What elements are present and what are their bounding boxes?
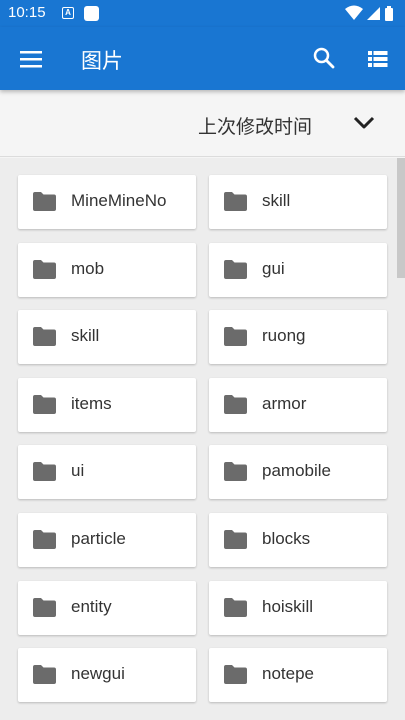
folder-name: skill	[71, 326, 100, 346]
folder-card[interactable]: hoiskill	[209, 580, 387, 635]
folder-icon	[33, 259, 56, 279]
folder-card[interactable]: blocks	[209, 513, 387, 567]
list-view-icon[interactable]	[366, 47, 390, 71]
folder-name: pamobile	[262, 461, 331, 481]
scrollbar[interactable]	[397, 158, 405, 278]
folder-name: mob	[71, 258, 105, 278]
folder-name: MineMineNo	[71, 191, 167, 210]
sort-label[interactable]: 上次修改时间	[198, 112, 312, 139]
folder-icon	[33, 192, 56, 211]
folder-grid-container: MineMineNo skill mob gui skill ruong items armo…	[0, 158, 405, 720]
folder-name: items	[71, 393, 112, 413]
folder-icon	[33, 462, 56, 482]
folder-icon	[224, 394, 247, 414]
folder-name: gui	[262, 258, 285, 278]
folder-card[interactable]: particle	[18, 513, 196, 567]
wifi-icon	[345, 5, 363, 20]
folder-name: ruong	[262, 326, 306, 346]
chevron-down-icon[interactable]	[352, 114, 376, 132]
folder-card[interactable]: newgui	[18, 648, 196, 703]
folder-icon	[33, 394, 56, 414]
folder-card[interactable]: gui	[209, 242, 387, 297]
status-time: 10:15	[8, 4, 46, 21]
folder-card[interactable]: ui	[18, 445, 196, 500]
folder-icon	[224, 530, 247, 549]
folder-name: blocks	[262, 529, 311, 548]
status-icons	[345, 5, 393, 21]
folder-name: newgui	[71, 664, 125, 684]
menu-icon[interactable]	[20, 49, 44, 69]
app-bar: 图片	[0, 27, 405, 90]
folder-name: entity	[71, 596, 112, 616]
folder-icon	[33, 530, 56, 549]
folder-card[interactable]: ruong	[209, 310, 387, 365]
folder-icon	[224, 259, 247, 279]
folder-name: hoiskill	[262, 596, 314, 616]
folder-name: ui	[71, 461, 85, 481]
folder-icon	[33, 665, 56, 685]
folder-card[interactable]: armor	[209, 377, 387, 432]
app-notification-icon	[84, 6, 99, 21]
folder-icon	[224, 462, 247, 482]
folder-name: armor	[262, 393, 307, 413]
folder-icon	[224, 597, 247, 617]
signal-icon	[367, 7, 380, 20]
search-icon[interactable]	[312, 46, 336, 70]
folder-card[interactable]: mob	[18, 242, 196, 297]
folder-name: skill	[262, 191, 291, 210]
folder-icon	[33, 597, 56, 617]
folder-name: particle	[71, 529, 126, 548]
folder-card[interactable]: entity	[18, 580, 196, 635]
folder-card[interactable]: notepe	[209, 648, 387, 703]
notification-icon: A	[62, 7, 74, 19]
folder-icon	[33, 327, 56, 347]
folder-icon	[224, 192, 247, 211]
folder-card[interactable]: skill	[18, 310, 196, 365]
folder-name: notepe	[262, 664, 314, 684]
battery-icon	[385, 6, 393, 21]
folder-card[interactable]: skill	[209, 175, 387, 229]
folder-card[interactable]: pamobile	[209, 445, 387, 500]
sort-bar[interactable]: 上次修改时间	[0, 90, 405, 157]
folder-icon	[224, 665, 247, 685]
status-bar: 10:15 A	[0, 0, 405, 27]
folder-icon	[224, 327, 247, 347]
folder-card[interactable]: MineMineNo	[18, 175, 196, 229]
folder-card[interactable]: items	[18, 377, 196, 432]
page-title: 图片	[81, 49, 123, 73]
